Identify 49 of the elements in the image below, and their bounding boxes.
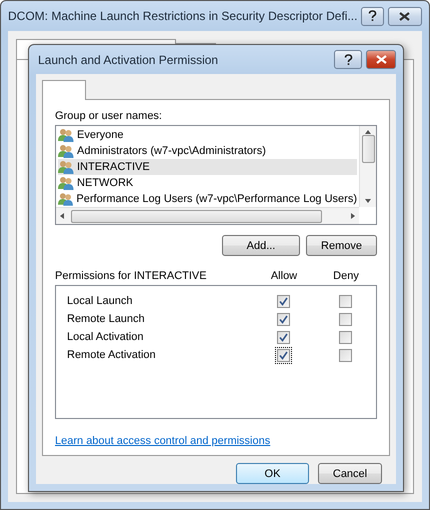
vertical-scrollbar[interactable] [359,126,376,207]
permissions-label: Permissions for INTERACTIVE [55,270,208,282]
ok-button[interactable]: OK [236,463,309,484]
permission-name: Local Activation [67,331,144,343]
add-button[interactable]: Add... [222,235,300,256]
user-list-item[interactable]: NETWORK [58,175,357,191]
users-icon [58,128,74,142]
help-link[interactable]: Learn about access control and permissions [55,435,377,447]
close-button[interactable] [366,50,396,69]
scroll-up-arrow-icon[interactable] [364,129,372,135]
user-list-item[interactable]: Performance Log Users (w7-vpc\Performance Log Users) [58,191,357,207]
deny-checkbox[interactable] [338,348,352,362]
close-icon [399,12,410,20]
user-list-item[interactable]: Everyone [58,127,357,143]
window-title: DCOM: Machine Launch Restrictions in Security Descriptor Defi... [8,9,358,23]
close-button[interactable] [388,6,422,26]
allow-checkbox[interactable] [274,346,292,364]
deny-checkbox[interactable] [338,312,352,326]
scroll-left-arrow-icon[interactable] [59,212,65,220]
user-list-item[interactable]: Administrators (w7-vpc\Administrators) [58,143,357,159]
group-label: Group or user names: [55,110,163,122]
column-header: Allow [270,270,298,282]
permission-name: Remote Activation [67,349,157,361]
scroll-right-arrow-icon[interactable] [350,212,356,220]
help-button[interactable] [334,50,362,69]
cancel-button[interactable]: Cancel [318,463,382,484]
users-icon [58,144,74,158]
allow-checkbox[interactable] [274,292,292,310]
remove-button[interactable]: Remove [306,235,377,256]
permission-name: Local Launch [67,295,134,307]
users-icon [58,176,74,190]
column-header: Deny [332,270,360,282]
users-icon [58,160,74,174]
horizontal-scrollbar[interactable] [56,207,359,224]
users-icon [58,192,74,206]
allow-checkbox[interactable] [274,310,292,328]
tab[interactable] [42,80,86,100]
close-icon [376,55,386,64]
allow-checkbox[interactable] [274,328,292,346]
scroll-down-arrow-icon[interactable] [364,198,372,204]
deny-checkbox[interactable] [338,330,352,344]
dialog-title: Launch and Activation Permission [37,52,220,66]
user-list[interactable]: Everyone Administrators (w7-vpc\Administrators) INTERACTIVE NETWORK Performance Log Users (w7-vpc\Performance Log Users) [55,125,377,225]
permission-name: Remote Launch [67,313,146,325]
user-list-item[interactable]: INTERACTIVE [58,159,357,175]
help-icon [344,54,352,66]
help-icon [368,10,377,22]
deny-checkbox[interactable] [338,294,352,308]
help-button[interactable] [361,6,384,26]
